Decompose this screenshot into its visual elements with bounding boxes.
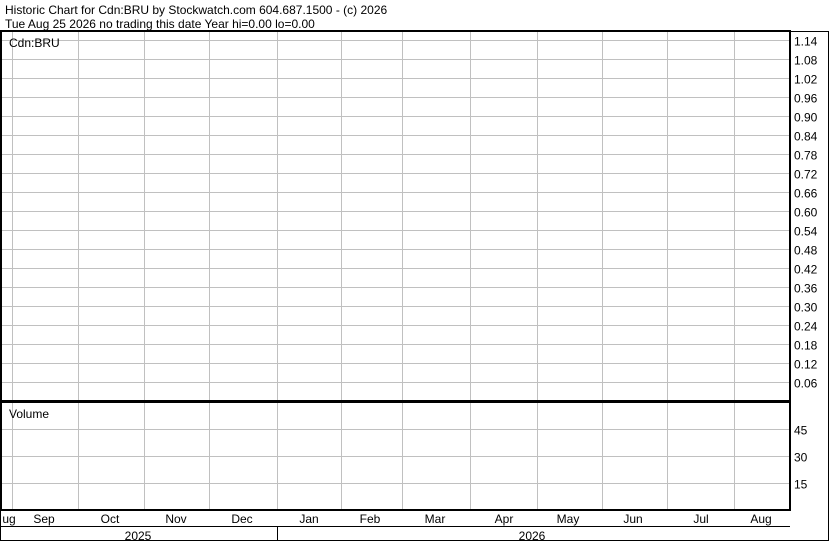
price-tick-label: 0.54 xyxy=(794,225,818,239)
volume-tick-label: 15 xyxy=(794,478,808,492)
price-tick-label: 0.42 xyxy=(794,263,818,277)
month-label: Jan xyxy=(299,512,318,526)
header-status: Tue Aug 25 2026 no trading this date Yea… xyxy=(5,17,315,31)
volume-tick-label: 30 xyxy=(794,451,808,465)
price-tick-label: 0.36 xyxy=(794,282,818,296)
price-tick-label: 0.18 xyxy=(794,339,818,353)
price-tick-label: 0.30 xyxy=(794,301,818,315)
price-tick-label: 0.72 xyxy=(794,168,818,182)
stock-chart: Historic Chart for Cdn:BRU by Stockwatch… xyxy=(0,0,830,543)
month-label: Sep xyxy=(33,512,55,526)
month-label: Jun xyxy=(623,512,642,526)
volume-tick-label: 45 xyxy=(794,424,808,438)
month-label: Aug xyxy=(750,512,771,526)
price-tick-label: 0.84 xyxy=(794,130,818,144)
price-tick-label: 0.96 xyxy=(794,92,818,106)
volume-axis-labels: 45 30 15 xyxy=(794,424,808,492)
price-panel-title: Cdn:BRU xyxy=(9,36,60,50)
price-tick-label: 1.02 xyxy=(794,73,818,87)
year-label: 2026 xyxy=(519,529,546,543)
month-label: Dec xyxy=(231,512,252,526)
month-label: Nov xyxy=(165,512,186,526)
month-label: Apr xyxy=(495,512,514,526)
price-tick-label: 0.78 xyxy=(794,149,818,163)
price-tick-label: 1.08 xyxy=(794,54,818,68)
price-tick-label: 0.66 xyxy=(794,187,818,201)
month-label: Jul xyxy=(693,512,708,526)
price-tick-label: 0.24 xyxy=(794,320,818,334)
price-tick-label: 1.14 xyxy=(794,35,818,49)
price-tick-label: 0.12 xyxy=(794,358,818,372)
chart-background xyxy=(0,0,830,543)
volume-panel-title: Volume xyxy=(9,407,49,421)
price-tick-label: 0.06 xyxy=(794,377,818,391)
price-tick-label: 0.60 xyxy=(794,206,818,220)
month-label: May xyxy=(557,512,580,526)
price-tick-label: 0.90 xyxy=(794,111,818,125)
month-label: Oct xyxy=(101,512,120,526)
price-tick-label: 0.48 xyxy=(794,244,818,258)
month-label: Feb xyxy=(360,512,381,526)
month-label: Mar xyxy=(425,512,446,526)
year-label: 2025 xyxy=(125,529,152,543)
header-title: Historic Chart for Cdn:BRU by Stockwatch… xyxy=(5,3,387,17)
month-label: ug xyxy=(2,512,15,526)
